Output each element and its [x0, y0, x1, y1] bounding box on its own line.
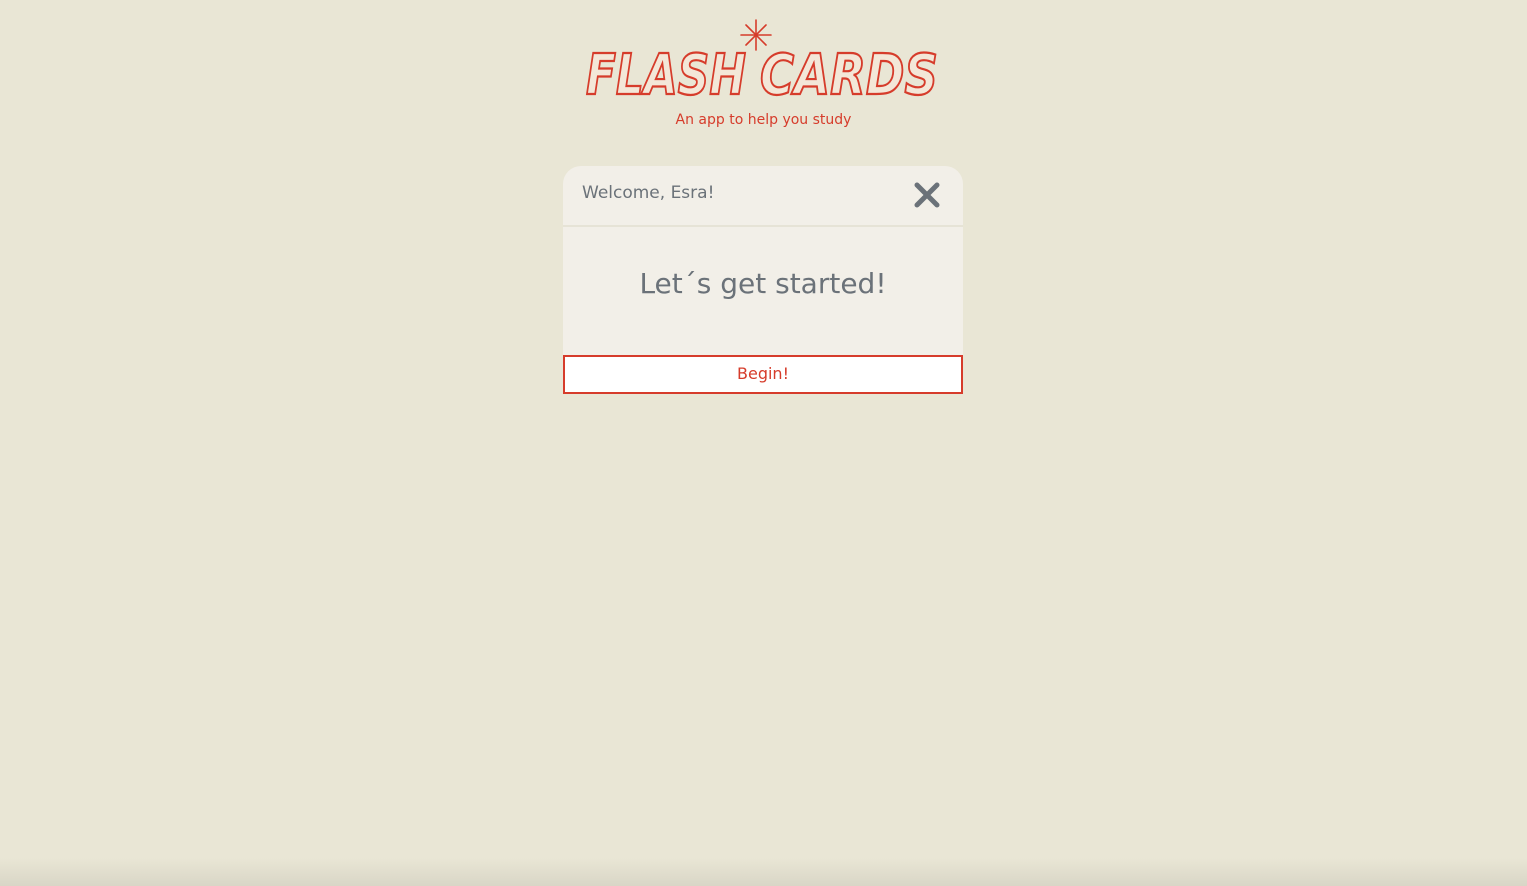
tagline: An app to help you study — [675, 112, 852, 128]
close-icon — [914, 182, 940, 208]
welcome-modal: Welcome, Esra! Let´s get started! Begin! — [563, 166, 963, 394]
bottom-shadow — [0, 858, 1527, 886]
get-started-text: Let´s get started! — [639, 267, 887, 300]
modal-title: Welcome, Esra! — [582, 183, 715, 203]
svg-text:CARDS: CARDS — [760, 43, 938, 106]
modal-header: Welcome, Esra! — [563, 166, 963, 227]
flash-cards-logo: FLASH CARDS — [580, 14, 950, 106]
svg-text:FLASH: FLASH — [586, 43, 746, 106]
modal-body: Let´s get started! — [563, 227, 963, 355]
close-button[interactable] — [911, 179, 943, 211]
begin-button[interactable]: Begin! — [563, 355, 963, 394]
